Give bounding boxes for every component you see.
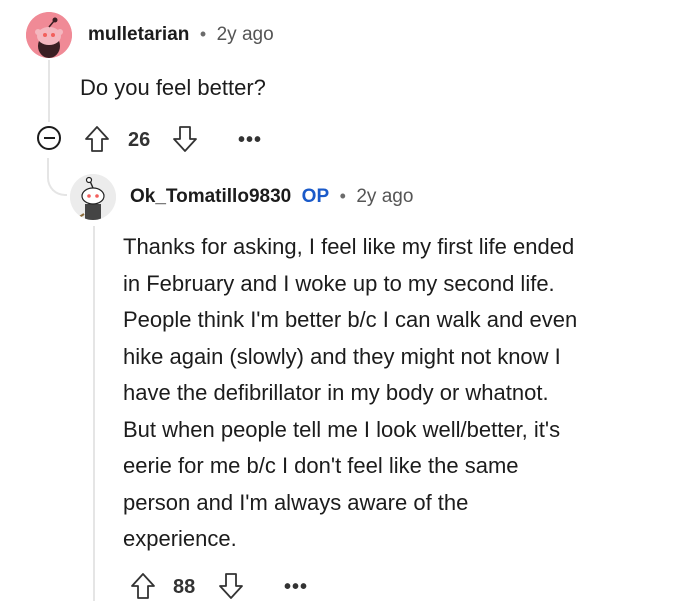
username[interactable]: mulletarian <box>88 24 189 45</box>
comment-line: person and I'm always aware of the <box>123 489 469 515</box>
avatar[interactable] <box>26 12 72 58</box>
comment-line: Thanks for asking, I feel like my first … <box>123 234 575 259</box>
separator: • <box>339 186 346 206</box>
vote-count: 26 <box>128 129 151 151</box>
comment-body: Do you feel better? <box>80 75 266 100</box>
comment-line: hike again (slowly) and they might not k… <box>123 343 561 369</box>
comment-body: Thanks for asking, I feel like my first … <box>123 229 577 558</box>
upvote-icon[interactable] <box>84 125 110 153</box>
downvote-icon[interactable] <box>172 125 198 153</box>
comment-line: But when people tell me I look well/bett… <box>123 416 561 442</box>
reply-thread-line <box>93 226 95 601</box>
snoo-avatar-icon <box>70 174 116 220</box>
thread-branch <box>47 158 67 196</box>
timestamp[interactable]: 2y ago <box>356 186 413 207</box>
comment-line: experience. <box>123 526 237 551</box>
collapse-button[interactable] <box>37 126 61 150</box>
comment-header: mulletarian • 2y ago <box>88 24 274 46</box>
op-badge: OP <box>301 186 330 207</box>
comment-line: have the defibrillator in my body or wha… <box>123 380 549 405</box>
thread-line <box>48 60 50 122</box>
snoo-avatar-icon <box>26 12 72 58</box>
timestamp[interactable]: 2y ago <box>217 24 274 45</box>
comment-header: Ok_Tomatillo9830 OP • 2y ago <box>130 186 413 208</box>
username[interactable]: Ok_Tomatillo9830 <box>130 186 291 207</box>
comment-line: eerie for me b/c I don't feel like the s… <box>123 453 519 478</box>
comment-line: in February and I woke up to my second l… <box>123 270 555 296</box>
comment-line: People think I'm better b/c I can walk a… <box>123 307 578 332</box>
avatar[interactable] <box>70 174 116 220</box>
upvote-icon[interactable] <box>130 572 156 600</box>
more-options-button[interactable]: ••• <box>284 576 308 599</box>
separator: • <box>199 24 207 44</box>
collapse-icon <box>43 137 55 139</box>
more-options-button[interactable]: ••• <box>238 129 262 152</box>
vote-count: 88 <box>173 576 196 598</box>
downvote-icon[interactable] <box>218 572 244 600</box>
